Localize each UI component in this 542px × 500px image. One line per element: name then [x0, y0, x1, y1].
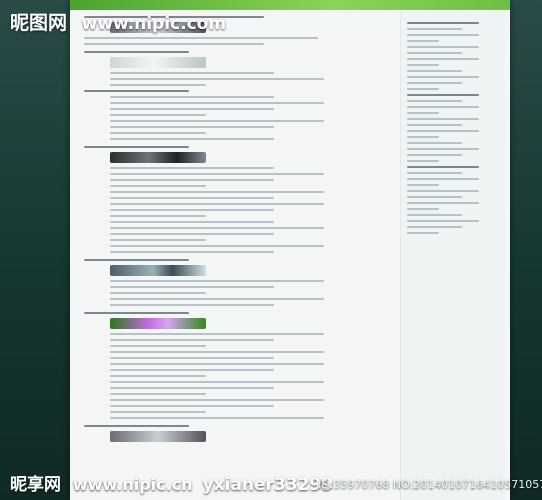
page-canvas	[70, 0, 510, 500]
sidebar	[400, 12, 505, 500]
watermark-top: 昵图网 www.nipic.com	[10, 8, 226, 35]
watermark-site-bottom: www.nipic.cn	[72, 475, 193, 494]
post-image[interactable]	[110, 57, 206, 68]
post-2[interactable]	[84, 51, 384, 140]
watermark-brand-bottom: 昵享网	[10, 475, 61, 495]
watermark-id: ID:35970768 NO:20140107164105710573	[318, 478, 542, 491]
post-5[interactable]	[84, 312, 384, 419]
post-4[interactable]	[84, 259, 384, 306]
post-image[interactable]	[110, 152, 206, 163]
post-6[interactable]	[84, 425, 384, 442]
main-column	[84, 12, 384, 500]
watermark-brand-top: 昵图网	[10, 12, 68, 34]
post-image[interactable]	[110, 318, 206, 329]
watermark-user: yxianer33299	[202, 475, 334, 495]
post-image[interactable]	[110, 265, 206, 276]
post-image[interactable]	[110, 431, 206, 442]
watermark-site-top: www.nipic.com	[81, 14, 227, 34]
post-3[interactable]	[84, 146, 384, 253]
